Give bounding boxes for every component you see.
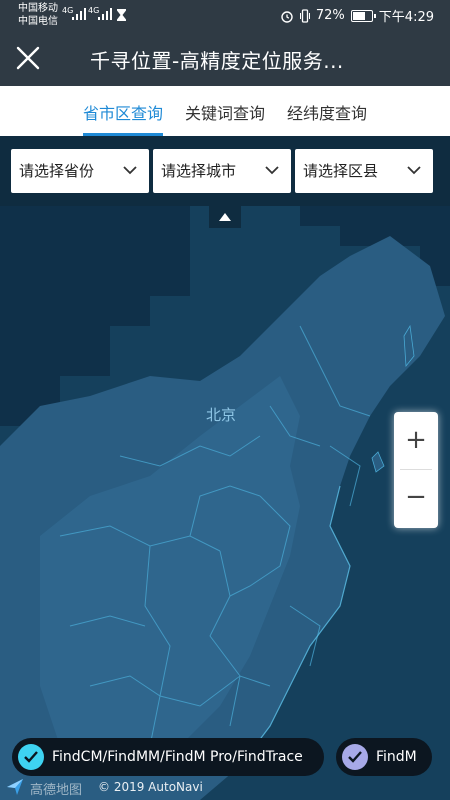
collapse-filter-button[interactable] <box>209 206 241 228</box>
battery-percent: 72% <box>315 8 345 23</box>
map-view[interactable] <box>0 206 450 800</box>
close-icon <box>16 46 40 70</box>
district-select[interactable]: 请选择区县 <box>295 149 433 193</box>
page-title: 千寻位置-高精度定位服务... <box>90 49 344 73</box>
query-tabs: 省市区查询 关键词查询 经纬度查询 <box>0 86 450 136</box>
layer-toggle-label: FindM <box>376 749 417 765</box>
signal-icon <box>98 8 112 20</box>
copyright-text: © 2019 AutoNavi <box>98 780 203 794</box>
district-select-label: 请选择区县 <box>303 162 379 180</box>
map-attribution: 高德地图 © 2019 AutoNavi <box>0 776 450 800</box>
zoom-control: + − <box>394 412 438 528</box>
map-city-label: 北京 <box>206 406 237 424</box>
checkmark-icon <box>24 751 38 763</box>
chevron-down-icon <box>265 166 279 175</box>
province-select[interactable]: 请选择省份 <box>11 149 149 193</box>
layer-toggle-findcm[interactable]: FindCM/FindMM/FindM Pro/FindTrace <box>12 738 324 776</box>
status-right: 72% 下午4:29 <box>280 6 434 25</box>
app-header: 千寻位置-高精度定位服务... <box>0 30 450 86</box>
hourglass-icon <box>117 9 126 21</box>
carrier-1: 中国移动 <box>18 3 58 14</box>
tab-keyword-query[interactable]: 关键词查询 <box>185 86 265 136</box>
status-bar: 中国移动 中国电信 4G 4G 72% 下午4:29 <box>0 0 450 30</box>
tab-region-query[interactable]: 省市区查询 <box>82 86 163 136</box>
battery-fill <box>352 11 366 20</box>
checkmark-icon <box>348 751 362 763</box>
close-button[interactable] <box>10 40 46 76</box>
amap-logo-icon <box>7 779 23 795</box>
triangle-up-icon <box>219 213 231 221</box>
checkbox-checked-icon <box>18 744 44 770</box>
city-select-label: 请选择城市 <box>161 162 237 180</box>
map-canvas <box>0 206 450 800</box>
signal-icon <box>72 8 86 20</box>
chevron-down-icon <box>123 166 137 175</box>
chevron-down-icon <box>407 166 421 175</box>
zoom-out-button[interactable]: − <box>394 469 438 526</box>
carrier-info: 中国移动 中国电信 <box>18 2 58 28</box>
carrier-2: 中国电信 <box>18 16 58 27</box>
amap-brand-text: 高德地图 <box>30 783 83 798</box>
region-filter-row: 请选择省份 请选择城市 请选择区县 <box>0 136 450 206</box>
layer-toggle-label: FindCM/FindMM/FindM Pro/FindTrace <box>52 749 303 765</box>
vibrate-icon <box>299 8 310 23</box>
battery-icon <box>350 9 376 22</box>
zoom-in-button[interactable]: + <box>394 412 438 469</box>
province-select-label: 请选择省份 <box>19 162 95 180</box>
layer-toggle-findm[interactable]: FindM <box>336 738 432 776</box>
status-time: 下午4:29 <box>378 10 434 25</box>
checkbox-checked-icon <box>342 744 368 770</box>
city-select[interactable]: 请选择城市 <box>153 149 291 193</box>
tab-coordinate-query[interactable]: 经纬度查询 <box>287 86 367 136</box>
alarm-icon <box>281 10 293 23</box>
